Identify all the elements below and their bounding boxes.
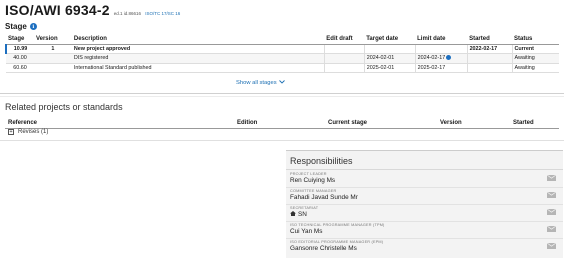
related-section-title: Related projects or standards [5,102,123,112]
cell-status: Current [511,44,559,54]
cell-target-date: 2025-02-01 [363,63,416,73]
row-divider [286,204,563,205]
related-header-divider [5,128,559,129]
col-started: Started [513,120,534,126]
cell-status: Awaiting [511,53,559,64]
info-icon[interactable]: i [29,23,37,30]
table-row: 10.99 1 New project approved 2022-02-17 … [5,44,559,54]
role-label: COMMITTEE MANAGER [290,189,337,193]
cell-version: 1 [33,44,72,54]
responsibility-epm: ISO EDITORIAL PROGRAMME MANAGER (EPM) Ga… [290,240,558,252]
chevron-down-icon [279,80,286,85]
col-reference: Reference [8,120,38,126]
col-description: Description [71,35,325,45]
col-edition: Edition [237,120,258,126]
committee-link[interactable]: ISO/TC 17/SC 16 [145,11,180,16]
responsibilities-title: Responsibilities [290,156,353,166]
alert-icon [446,55,452,61]
cell-edit-draft [323,44,365,54]
role-label: PROJECT LEADER [290,172,327,176]
col-target-date: Target date [364,35,416,45]
section-divider [0,93,564,94]
mail-icon[interactable] [547,243,556,249]
row-divider [286,221,563,222]
row-divider [286,238,563,239]
stage-table-header: Stage Version Description Edit draft Tar… [6,35,559,45]
stage-heading: Stage i [5,22,37,31]
person-name: SN [298,210,307,218]
stage-table: Stage Version Description Edit draft Tar… [5,35,559,73]
col-status: Status [512,35,559,45]
col-limit-date: Limit date [415,35,468,45]
cell-started [466,63,512,73]
edition-id: ed.1 id.86616 [113,11,142,16]
role-label: SECRETARIAT [290,206,319,210]
mail-icon[interactable] [547,226,556,232]
person-name: Gansonre Christelle Ms [290,244,357,252]
cell-description: DIS registered [71,53,325,64]
person-name: Fahadi Javad Sunde Mr [290,193,358,201]
mail-icon[interactable] [547,209,556,215]
responsibility-project-leader: PROJECT LEADER Ren Cuiying Ms [290,172,558,184]
mail-icon[interactable] [547,175,556,181]
responsibility-committee-manager: COMMITTEE MANAGER Fahadi Javad Sunde Mr [290,189,558,201]
project-meta: ed.1 id.86616 ISO/TC 17/SC 16 [114,11,181,16]
stage-label: Stage [5,22,27,31]
col-version: Version [440,120,462,126]
cell-limit-date: 2025-02-17 [414,63,468,73]
cell-edit-draft [323,63,365,73]
secretariat-value: SN [290,211,558,218]
revises-toggle[interactable]: + Revises (1) [8,129,48,135]
cell-edit-draft [323,53,365,64]
page-title: ISO/AWI 6934-2 [5,2,110,18]
row-divider [286,187,563,188]
table-row: 40.00 DIS registered 2024-02-01 2024-02-… [6,53,559,64]
show-all-stages-link[interactable]: Show all stages [236,80,286,86]
cell-stage: 40.00 [6,53,34,64]
panel-divider [286,169,563,170]
responsibility-tpm: ISO TECHNICAL PROGRAMME MANAGER (TPM) Cu… [290,223,558,235]
cell-stage: 10.99 [5,44,34,54]
cell-target-date: 2024-02-01 [363,53,416,64]
table-row: 60.60 International Standard published 2… [6,63,559,73]
col-edit-draft: Edit draft [324,35,365,45]
revises-label: Revises (1) [18,129,49,135]
section-divider [0,140,564,141]
col-version: Version [33,35,72,45]
cell-version [33,53,72,64]
role-label: ISO EDITORIAL PROGRAMME MANAGER (EPM) [290,240,384,244]
cell-description: New project approved [71,44,325,54]
cell-status: Awaiting [511,63,559,73]
col-started: Started [467,35,512,45]
mail-icon[interactable] [547,192,556,198]
role-label: ISO TECHNICAL PROGRAMME MANAGER (TPM) [290,223,385,227]
cell-description: International Standard published [71,63,325,73]
cell-target-date [363,44,416,54]
col-current-stage: Current stage [328,120,368,126]
person-name: Ren Cuiying Ms [290,176,336,184]
cell-stage: 60.60 [6,63,34,73]
expand-icon: + [8,129,14,135]
cell-started [466,53,512,64]
responsibility-secretariat: SECRETARIAT SN [290,206,558,218]
cell-version [33,63,72,73]
home-icon [290,211,296,217]
cell-limit-date: 2024-02-17 [414,53,468,64]
section-divider [0,96,564,97]
person-name: Cui Yan Ms [290,227,323,235]
limit-date-value: 2024-02-17 [417,55,446,62]
responsibilities-panel: Responsibilities PROJECT LEADER Ren Cuiy… [286,150,563,258]
cell-limit-date [414,44,468,54]
cell-started: 2022-02-17 [466,44,512,54]
col-stage: Stage [6,35,34,45]
page-title-row: ISO/AWI 6934-2 ed.1 id.86616 ISO/TC 17/S… [5,2,180,18]
show-all-label: Show all stages [236,80,277,86]
